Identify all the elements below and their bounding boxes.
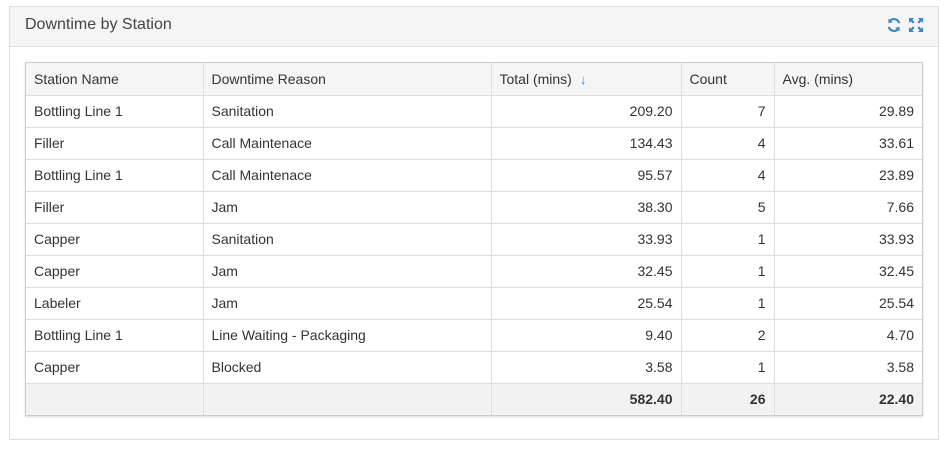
cell-avg: 32.45: [773, 254, 922, 288]
cell-reason: Sanitation: [202, 222, 492, 256]
table-row: Bottling Line 1 Call Maintenace 95.57 4 …: [26, 158, 922, 192]
table-row: Bottling Line 1 Line Waiting - Packaging…: [26, 318, 922, 352]
cell-count: 1: [680, 222, 775, 256]
cell-station: Capper: [26, 222, 204, 256]
table-row: Capper Blocked 3.58 1 3.58: [26, 350, 922, 384]
cell-total: 95.57: [490, 158, 682, 192]
cell-total: 33.93: [490, 222, 682, 256]
cell-count: 1: [680, 286, 775, 320]
cell-total: 38.30: [490, 190, 682, 224]
cell-avg: 33.61: [773, 126, 922, 160]
cell-count: 5: [680, 190, 775, 224]
totals-avg: 22.40: [773, 382, 922, 415]
cell-total: 32.45: [490, 254, 682, 288]
cell-total: 9.40: [490, 318, 682, 352]
cell-avg: 7.66: [773, 190, 922, 224]
cell-reason: Jam: [202, 286, 492, 320]
cell-station: Bottling Line 1: [26, 318, 204, 352]
cell-avg: 25.54: [773, 286, 922, 320]
cell-reason: Line Waiting - Packaging: [202, 318, 492, 352]
table-header-row: Station Name Downtime Reason Total (mins…: [26, 63, 922, 96]
cell-reason: Sanitation: [202, 94, 492, 128]
downtime-panel: Downtime by Station Station Name Downtim…: [9, 6, 939, 440]
cell-count: 4: [680, 126, 775, 160]
table-row: Labeler Jam 25.54 1 25.54: [26, 286, 922, 320]
column-header-avg-mins[interactable]: Avg. (mins): [773, 63, 922, 96]
cell-count: 2: [680, 318, 775, 352]
totals-station: [26, 382, 204, 415]
totals-row: 582.40 26 22.40: [26, 382, 922, 415]
table-row: Bottling Line 1 Sanitation 209.20 7 29.8…: [26, 94, 922, 128]
column-header-count[interactable]: Count: [680, 63, 775, 96]
table-row: Filler Call Maintenace 134.43 4 33.61: [26, 126, 922, 160]
cell-station: Capper: [26, 254, 204, 288]
refresh-icon[interactable]: [886, 17, 902, 33]
cell-count: 1: [680, 254, 775, 288]
cell-avg: 23.89: [773, 158, 922, 192]
cell-count: 1: [680, 350, 775, 384]
cell-station: Capper: [26, 350, 204, 384]
cell-total: 134.43: [490, 126, 682, 160]
expand-icon[interactable]: [908, 17, 924, 33]
cell-avg: 29.89: [773, 94, 922, 128]
totals-reason: [202, 382, 492, 415]
cell-avg: 4.70: [773, 318, 922, 352]
table-row: Capper Jam 32.45 1 32.45: [26, 254, 922, 288]
column-header-downtime-reason[interactable]: Downtime Reason: [202, 63, 492, 96]
totals-total: 582.40: [490, 382, 682, 415]
cell-total: 25.54: [490, 286, 682, 320]
cell-station: Filler: [26, 126, 204, 160]
panel-title: Downtime by Station: [25, 16, 172, 33]
cell-avg: 33.93: [773, 222, 922, 256]
totals-count: 26: [680, 382, 775, 415]
table-row: Filler Jam 38.30 5 7.66: [26, 190, 922, 224]
cell-reason: Call Maintenace: [202, 158, 492, 192]
column-header-total-mins[interactable]: Total (mins) ↓: [490, 63, 682, 96]
panel-tools: [886, 17, 924, 33]
cell-reason: Jam: [202, 190, 492, 224]
column-header-station-name[interactable]: Station Name: [26, 63, 204, 96]
cell-count: 7: [680, 94, 775, 128]
arrow-down-icon: ↓: [579, 71, 587, 87]
cell-avg: 3.58: [773, 350, 922, 384]
cell-station: Bottling Line 1: [26, 94, 204, 128]
cell-reason: Jam: [202, 254, 492, 288]
cell-count: 4: [680, 158, 775, 192]
panel-header: Downtime by Station: [10, 7, 938, 47]
cell-reason: Call Maintenace: [202, 126, 492, 160]
cell-reason: Blocked: [202, 350, 492, 384]
downtime-table: Station Name Downtime Reason Total (mins…: [25, 62, 923, 416]
table-row: Capper Sanitation 33.93 1 33.93: [26, 222, 922, 256]
cell-total: 3.58: [490, 350, 682, 384]
cell-station: Filler: [26, 190, 204, 224]
cell-total: 209.20: [490, 94, 682, 128]
cell-station: Bottling Line 1: [26, 158, 204, 192]
cell-station: Labeler: [26, 286, 204, 320]
